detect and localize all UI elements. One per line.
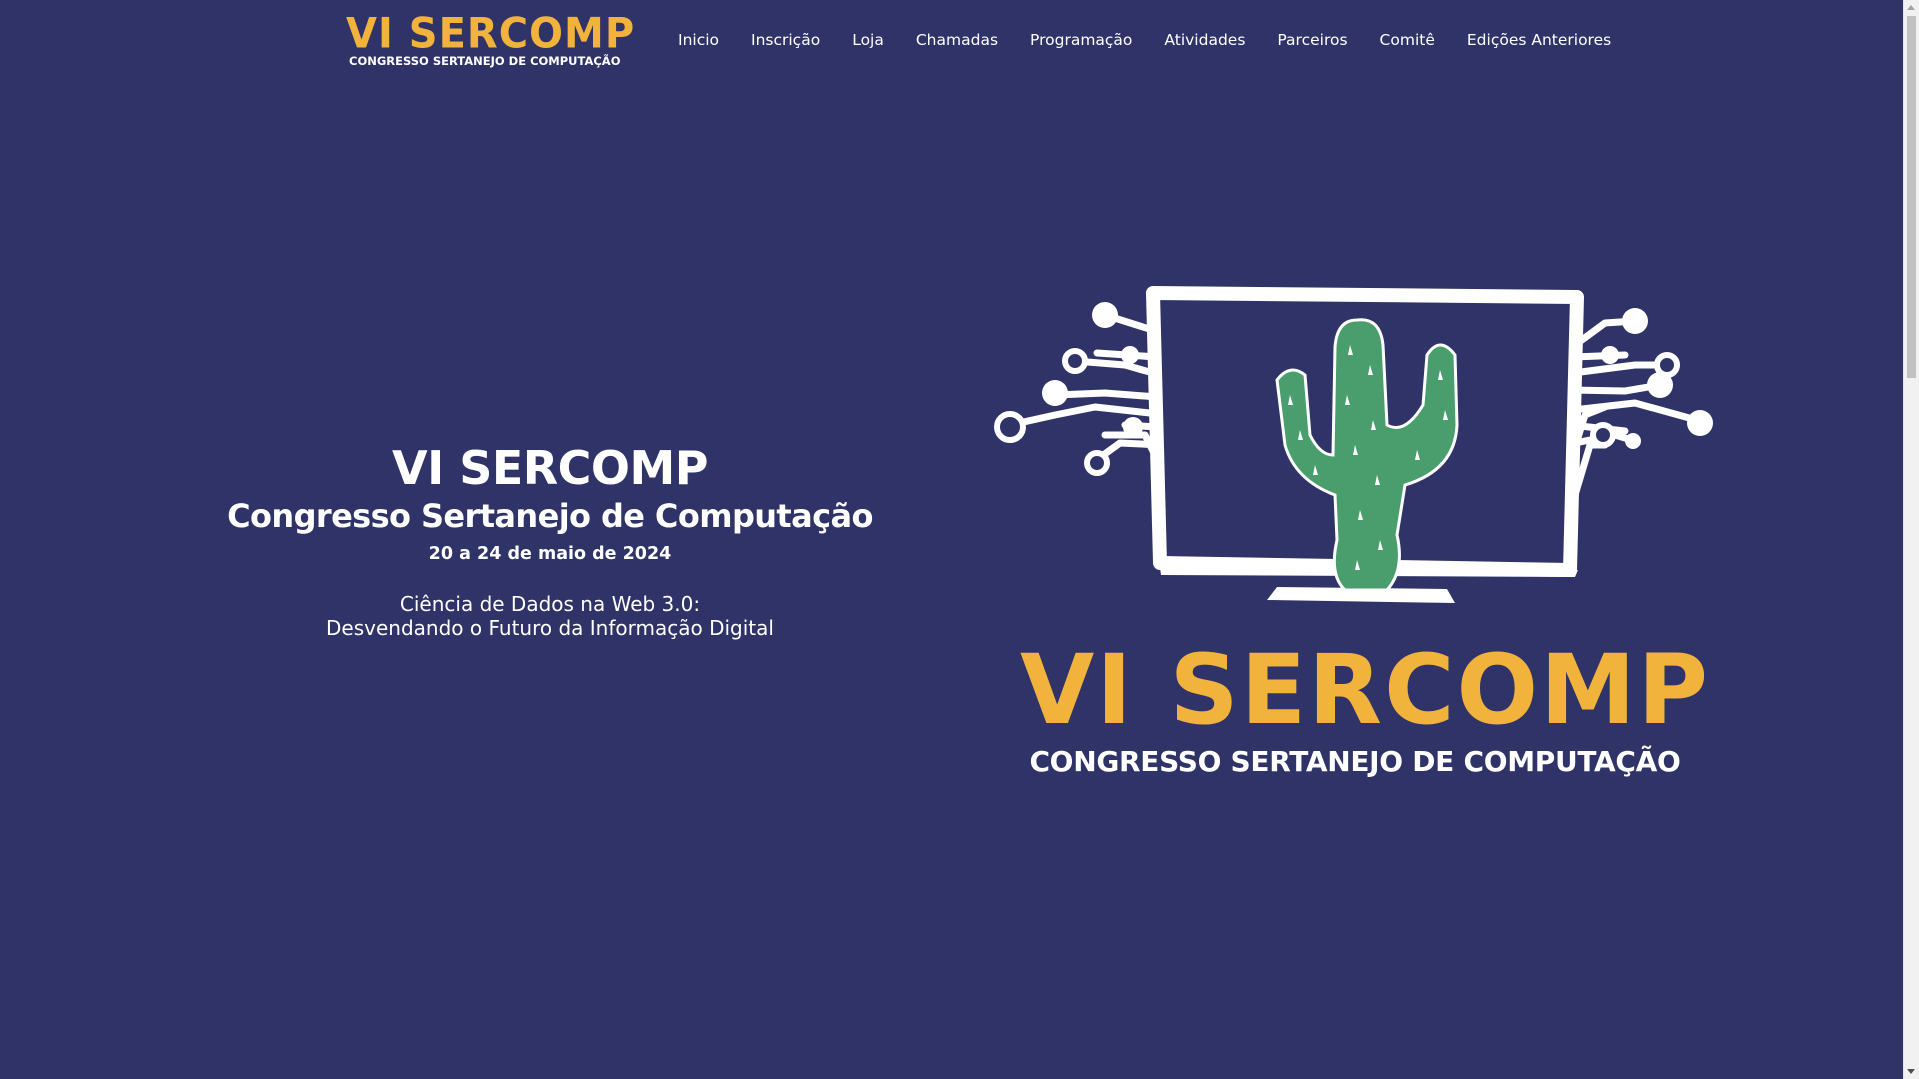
header-logo-subtitle: CONGRESSO SERTANEJO DE COMPUTAÇÃO <box>349 54 621 68</box>
hero-theme-line1: Ciência de Dados na Web 3.0: <box>399 592 701 616</box>
hero-theme: Ciência de Dados na Web 3.0: Desvendando… <box>200 592 900 640</box>
nav-chamadas[interactable]: Chamadas <box>916 28 998 52</box>
nav-inscricao[interactable]: Inscrição <box>751 28 820 52</box>
hero-date: 20 a 24 de maio de 2024 <box>428 544 672 564</box>
nav-parceiros[interactable]: Parceiros <box>1277 28 1347 52</box>
header-logo-title: VI SERCOMP <box>346 9 636 59</box>
scroll-thumb[interactable] <box>1907 16 1916 378</box>
hero-theme-line2: Desvendando o Futuro da Informação Digit… <box>326 616 774 640</box>
nav-comite[interactable]: Comitê <box>1380 28 1435 52</box>
main-nav: Inicio Inscrição Loja Chamadas Programaç… <box>678 28 1611 52</box>
scroll-down-arrow-icon[interactable] <box>1907 1069 1915 1074</box>
nav-programacao[interactable]: Programação <box>1030 28 1132 52</box>
hero-logo: VI SERCOMP CONGRESSO SERTANEJO DE COMPUT… <box>985 285 1715 785</box>
hero-title: VI SERCOMP <box>391 441 709 495</box>
nav-inicio[interactable]: Inicio <box>678 28 719 52</box>
page-scrollbar[interactable] <box>1903 0 1919 1079</box>
scroll-up-arrow-icon[interactable] <box>1907 5 1915 10</box>
nav-atividades[interactable]: Atividades <box>1164 28 1245 52</box>
hero-logo-subtitle: CONGRESSO SERTANEJO DE COMPUTAÇÃO <box>1029 745 1681 778</box>
nav-edicoes-anteriores[interactable]: Edições Anteriores <box>1467 28 1611 52</box>
nav-loja[interactable]: Loja <box>852 28 884 52</box>
header-logo[interactable]: VI SERCOMP CONGRESSO SERTANEJO DE COMPUT… <box>346 11 634 72</box>
hero-subtitle: Congresso Sertanejo de Computação <box>227 497 873 535</box>
hero-text-block: VI SERCOMP Congresso Sertanejo de Comput… <box>200 440 900 640</box>
page: VI SERCOMP CONGRESSO SERTANEJO DE COMPUT… <box>0 0 1919 1079</box>
hero-logo-title: VI SERCOMP <box>1020 634 1711 746</box>
monitor-with-cactus-circuit-icon <box>994 286 1713 603</box>
